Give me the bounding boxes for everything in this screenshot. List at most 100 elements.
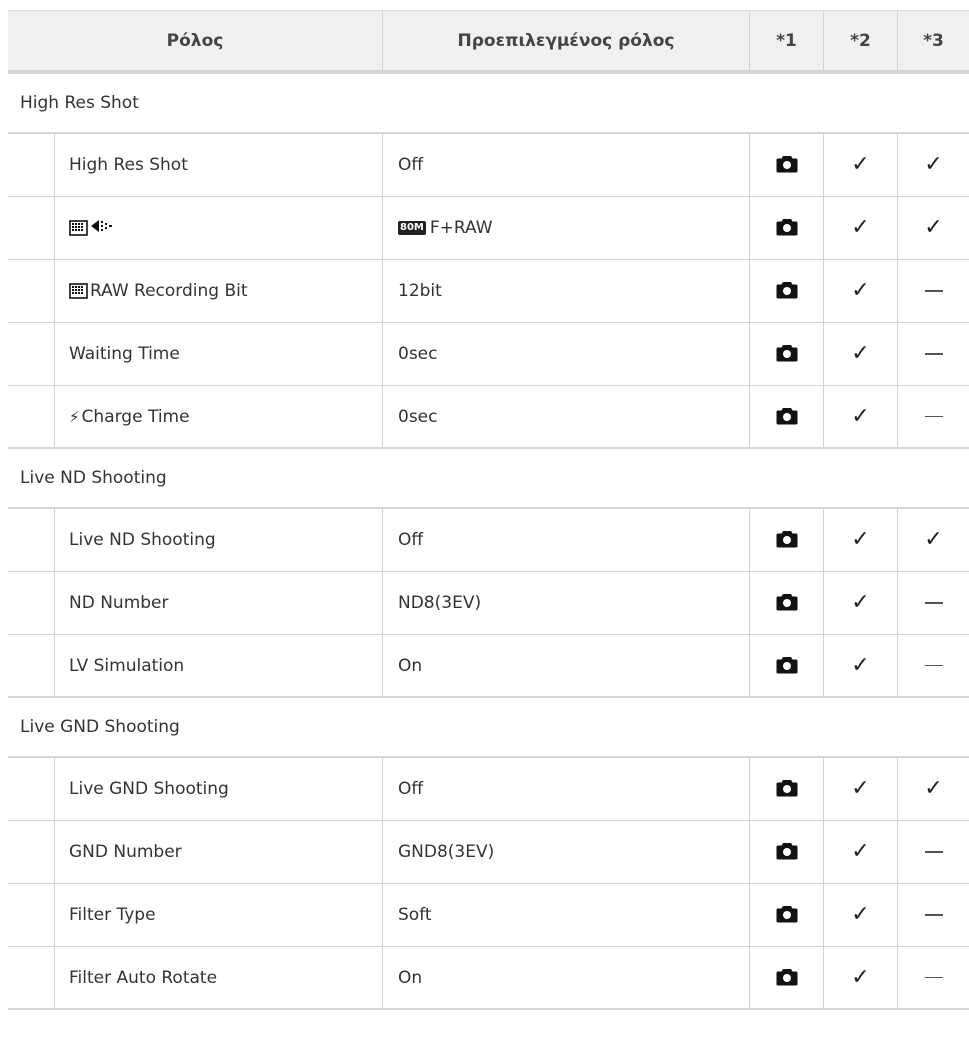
camera-icon	[776, 407, 798, 427]
row-indent	[8, 884, 55, 946]
row-c1	[749, 884, 823, 946]
row-label: RAW Recording Bit	[90, 281, 248, 301]
camera-icon	[776, 344, 798, 364]
dash-icon	[924, 353, 943, 355]
table-row: Waiting Time 0sec ✓	[8, 323, 969, 386]
header-c2: *2	[823, 11, 897, 70]
row-c2: ✓	[823, 197, 897, 259]
row-c3	[897, 323, 969, 385]
table-row: ND Number ND8(3EV) ✓	[8, 572, 969, 635]
camera-icon	[776, 530, 798, 550]
check-icon: ✓	[924, 776, 943, 801]
table-row: ⚡ Charge Time 0sec ✓	[8, 386, 969, 449]
row-role: ND Number	[69, 593, 169, 613]
row-c1	[749, 386, 823, 447]
group-row: High Res Shot	[8, 74, 969, 134]
check-icon: ✓	[924, 215, 943, 240]
check-icon: ✓	[851, 776, 870, 801]
camera-icon	[776, 905, 798, 925]
row-c2: ✓	[823, 509, 897, 571]
dash-icon	[924, 290, 943, 292]
row-indent	[8, 197, 55, 259]
table-row: Filter Auto Rotate On ✓	[8, 947, 969, 1010]
row-role: Filter Type	[69, 905, 156, 925]
row-default: On	[382, 947, 749, 1008]
header-c1: *1	[749, 11, 823, 70]
row-c3	[897, 386, 969, 447]
row-indent	[8, 821, 55, 883]
row-default: 0sec	[382, 386, 749, 447]
row-c3: ✓	[897, 758, 969, 820]
row-role: GND Number	[69, 842, 182, 862]
row-default: Off	[382, 509, 749, 571]
table-row: 80M F+RAW ✓ ✓	[8, 197, 969, 260]
row-role: Live GND Shooting	[69, 779, 229, 799]
check-icon: ✓	[851, 152, 870, 177]
row-indent	[8, 758, 55, 820]
row-c2: ✓	[823, 572, 897, 634]
row-c1	[749, 134, 823, 196]
check-icon: ✓	[851, 839, 870, 864]
check-icon: ✓	[924, 527, 943, 552]
check-icon: ✓	[851, 652, 870, 678]
row-indent	[8, 134, 55, 196]
row-c2: ✓	[823, 386, 897, 447]
row-c1	[749, 821, 823, 883]
row-c3	[897, 572, 969, 634]
row-c2: ✓	[823, 758, 897, 820]
row-indent	[8, 386, 55, 447]
table-row: Filter Type Soft ✓	[8, 884, 969, 947]
row-default: Off	[382, 758, 749, 820]
check-icon: ✓	[851, 341, 870, 366]
row-role: RAW Recording Bit	[55, 260, 382, 322]
row-indent	[8, 509, 55, 571]
table-row: High Res Shot Off ✓ ✓	[8, 134, 969, 197]
camera-icon	[776, 968, 798, 988]
row-label: Charge Time	[81, 406, 190, 427]
settings-table: Ρόλος Προεπιλεγμένος ρόλος *1 *2 *3 High…	[8, 10, 969, 1010]
row-c1	[749, 947, 823, 1008]
row-role: LV Simulation	[69, 655, 185, 676]
row-c3	[897, 947, 969, 1008]
table-header: Ρόλος Προεπιλεγμένος ρόλος *1 *2 *3	[8, 10, 969, 74]
check-icon: ✓	[851, 902, 870, 927]
row-c2: ✓	[823, 323, 897, 385]
row-c1	[749, 509, 823, 571]
check-icon: ✓	[851, 964, 870, 990]
image-quality-icon	[90, 218, 114, 239]
row-indent	[8, 323, 55, 385]
row-role: Filter Auto Rotate	[69, 967, 218, 988]
check-icon: ✓	[851, 215, 870, 240]
group-row: Live GND Shooting	[8, 698, 969, 758]
row-role: High Res Shot	[69, 155, 188, 175]
header-default: Προεπιλεγμένος ρόλος	[382, 11, 749, 70]
row-c1	[749, 323, 823, 385]
row-c1	[749, 260, 823, 322]
row-c2: ✓	[823, 884, 897, 946]
camera-icon	[776, 779, 798, 799]
row-default: 12bit	[382, 260, 749, 322]
flash-icon: ⚡	[69, 407, 80, 426]
group-title: High Res Shot	[20, 93, 139, 113]
row-role: Waiting Time	[69, 344, 180, 364]
dash-icon	[924, 664, 943, 667]
row-c3	[897, 884, 969, 946]
camera-icon	[776, 593, 798, 613]
camera-icon	[776, 281, 798, 301]
row-role: ⚡ Charge Time	[55, 386, 382, 447]
table-row: GND Number GND8(3EV) ✓	[8, 821, 969, 884]
dash-icon	[924, 976, 943, 979]
check-icon: ✓	[851, 278, 870, 303]
row-c1	[749, 635, 823, 696]
row-indent	[8, 572, 55, 634]
row-role	[55, 197, 382, 259]
row-value: F+RAW	[429, 218, 493, 238]
row-indent	[8, 947, 55, 1008]
camera-icon	[776, 656, 798, 676]
table-row: LV Simulation On ✓	[8, 635, 969, 698]
row-c1	[749, 572, 823, 634]
table-body: High Res Shot High Res Shot Off ✓ ✓ 80M F+RAW ✓…	[8, 74, 969, 1010]
row-c2: ✓	[823, 635, 897, 696]
row-c2: ✓	[823, 260, 897, 322]
row-default: 0sec	[382, 323, 749, 385]
